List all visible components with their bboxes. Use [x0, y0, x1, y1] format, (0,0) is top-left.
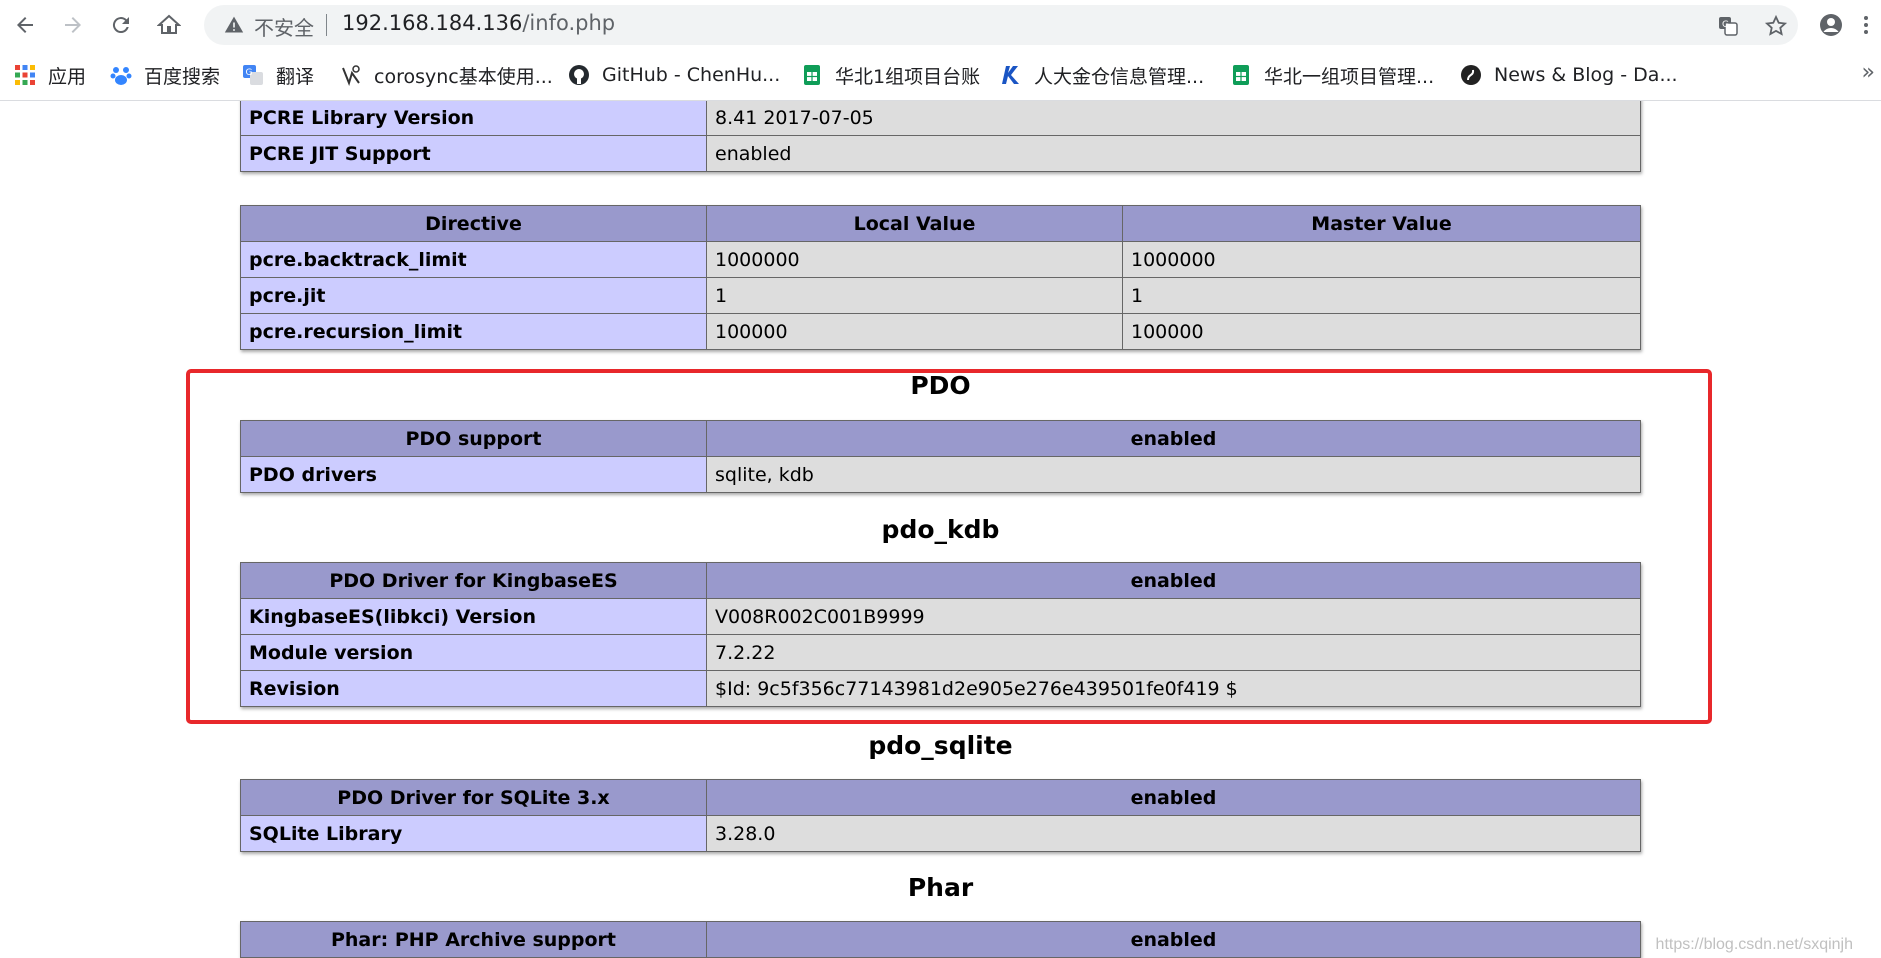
bookmark-label: 百度搜索 — [144, 65, 221, 88]
translate-page-icon[interactable]: G — [1716, 14, 1740, 38]
table-row: PCRE JIT Support enabled — [240, 135, 1641, 172]
table-row: pcre.backtrack_limit 1000000 1000000 — [240, 241, 1641, 278]
column-header: Phar: PHP Archive support — [240, 921, 707, 958]
bookmark-project-ledger[interactable]: 华北1组项目台账 — [801, 62, 980, 88]
bookmark-translate[interactable]: G 翻译 — [242, 62, 314, 88]
table-value-cell: 8.41 2017-07-05 — [706, 101, 1641, 136]
url-host: 192.168.184.136 — [342, 11, 523, 35]
news-icon — [1460, 64, 1482, 86]
column-header: Directive — [240, 205, 707, 242]
table-row: pcre.jit 1 1 — [240, 277, 1641, 314]
menu-button[interactable] — [1854, 9, 1878, 41]
column-header: Local Value — [706, 205, 1123, 242]
bookmark-site-icon — [340, 64, 362, 86]
star-icon[interactable] — [1764, 14, 1788, 38]
table-row: SQLite Library 3.28.0 — [240, 815, 1641, 852]
table-value-cell: 100000 — [706, 313, 1123, 350]
table-label-cell: pcre.recursion_limit — [240, 313, 707, 350]
table-value-cell: 1 — [1122, 277, 1641, 314]
home-icon — [157, 14, 181, 34]
url-path: /info.php — [522, 11, 616, 35]
table-label-cell: pcre.jit — [240, 277, 707, 314]
pcre-info-table: PCRE Library Version 8.41 2017-07-05 PCR… — [240, 101, 1641, 172]
bookmark-label: 应用 — [48, 65, 87, 88]
bookmark-label: corosync基本使用... — [374, 65, 553, 88]
table-value-cell: 1000000 — [1122, 241, 1641, 278]
column-header: enabled — [706, 921, 1641, 958]
page-content: PCRE Library Version 8.41 2017-07-05 PCR… — [0, 101, 1881, 958]
svg-text:G: G — [1722, 20, 1729, 30]
table-value-cell: 1 — [706, 277, 1123, 314]
section-title-phar: Phar — [907, 873, 974, 902]
apps-grid-icon — [14, 64, 36, 86]
forward-button[interactable] — [56, 9, 90, 41]
bookmark-label: 华北1组项目台账 — [835, 65, 981, 88]
url-text[interactable]: 192.168.184.136/info.php — [342, 11, 615, 35]
bookmark-label: GitHub - ChenHu... — [602, 64, 781, 86]
reload-icon — [112, 17, 129, 34]
sheets-icon — [1230, 64, 1252, 86]
bookmarks-overflow-button[interactable]: » — [1862, 60, 1875, 85]
bookmark-news-blog[interactable]: News & Blog - Da... — [1460, 62, 1678, 88]
phar-table: Phar: PHP Archive support enabled — [240, 921, 1641, 958]
column-header: enabled — [706, 779, 1641, 816]
table-label-cell: SQLite Library — [240, 815, 707, 852]
bookmark-label: 人大金仓信息管理... — [1034, 65, 1205, 88]
table-header-row: PDO Driver for SQLite 3.x enabled — [240, 779, 1641, 816]
bookmark-label: 华北一组项目管理... — [1264, 65, 1435, 88]
bookmark-label: News & Blog - Da... — [1494, 64, 1678, 86]
account-icon — [1820, 14, 1842, 36]
github-icon — [568, 64, 590, 86]
more-vert-icon — [1864, 16, 1868, 34]
bookmark-apps[interactable]: 应用 — [14, 62, 86, 88]
insecure-label: 不安全 — [254, 16, 314, 40]
pdo-sqlite-table: PDO Driver for SQLite 3.x enabled SQLite… — [240, 779, 1641, 852]
table-row: pcre.recursion_limit 100000 100000 — [240, 313, 1641, 350]
address-bar[interactable]: 不安全 192.168.184.136/info.php G — [204, 5, 1798, 45]
back-button[interactable] — [8, 9, 42, 41]
browser-toolbar: 不安全 192.168.184.136/info.php G — [0, 0, 1881, 50]
bookmark-corosync[interactable]: corosync基本使用... — [340, 62, 553, 88]
section-title-pdo-sqlite: pdo_sqlite — [868, 731, 1013, 760]
baidu-paw-icon — [110, 64, 132, 86]
bookmark-kingbase[interactable]: 人大金仓信息管理... — [1000, 62, 1204, 88]
table-value-cell: enabled — [706, 135, 1641, 172]
table-value-cell: 1000000 — [706, 241, 1123, 278]
bookmark-label: 翻译 — [276, 65, 315, 88]
table-label-cell: PCRE Library Version — [240, 101, 707, 136]
home-button[interactable] — [152, 9, 186, 41]
kingbase-icon — [1000, 64, 1022, 86]
sheets-icon — [801, 64, 823, 86]
bookmark-project-mgmt[interactable]: 华北一组项目管理... — [1230, 62, 1434, 88]
profile-button[interactable] — [1814, 9, 1848, 41]
column-header: PDO Driver for SQLite 3.x — [240, 779, 707, 816]
svg-text:G: G — [246, 68, 253, 78]
translate-icon: G — [242, 64, 264, 86]
arrow-left-icon — [17, 17, 33, 33]
table-header-row: Phar: PHP Archive support enabled — [240, 921, 1641, 958]
watermark-text: https://blog.csdn.net/sxqinjh — [1655, 936, 1853, 953]
warning-icon — [224, 16, 244, 33]
bookmark-baidu[interactable]: 百度搜索 — [110, 62, 220, 88]
table-label-cell: PCRE JIT Support — [240, 135, 707, 172]
table-header-row: Directive Local Value Master Value — [240, 205, 1641, 242]
table-value-cell: 100000 — [1122, 313, 1641, 350]
table-label-cell: pcre.backtrack_limit — [240, 241, 707, 278]
reload-button[interactable] — [104, 9, 138, 41]
bookmarks-bar: 应用 百度搜索 G 翻译 corosync基本使用... GitHub - Ch… — [0, 50, 1881, 101]
pcre-directives-table: Directive Local Value Master Value pcre.… — [240, 205, 1641, 350]
bookmark-github[interactable]: GitHub - ChenHu... — [568, 62, 780, 88]
table-row: PCRE Library Version 8.41 2017-07-05 — [240, 101, 1641, 136]
column-header: Master Value — [1122, 205, 1641, 242]
arrow-right-icon — [65, 17, 81, 33]
omnibox-divider — [326, 14, 327, 36]
table-value-cell: 3.28.0 — [706, 815, 1641, 852]
highlight-annotation-box — [186, 369, 1712, 724]
